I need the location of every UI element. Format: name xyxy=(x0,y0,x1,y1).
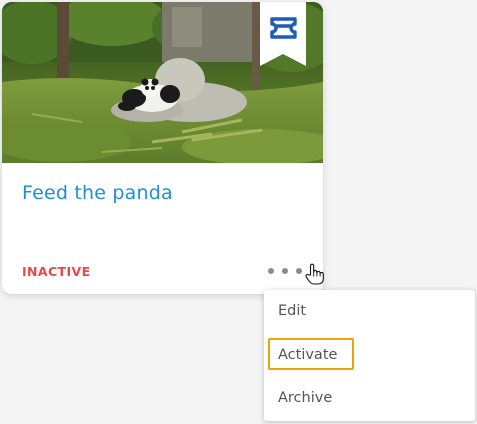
ticket-icon xyxy=(260,2,306,66)
more-horizontal-icon xyxy=(268,268,274,274)
menu-item-label: Activate xyxy=(278,347,338,363)
menu-item-edit[interactable]: Edit xyxy=(264,293,475,329)
ticket-badge xyxy=(260,2,306,66)
more-horizontal-icon xyxy=(296,268,302,274)
stage: Feed the panda INACTIVE Edit Activate Ar… xyxy=(0,0,477,424)
menu-item-archive[interactable]: Archive xyxy=(264,380,475,416)
menu-item-activate[interactable]: Activate xyxy=(264,337,475,373)
menu-item-label: Archive xyxy=(278,390,333,406)
card-title[interactable]: Feed the panda xyxy=(22,182,173,204)
status-badge: INACTIVE xyxy=(22,264,91,279)
activity-card[interactable]: Feed the panda INACTIVE xyxy=(2,2,323,294)
options-menu: Edit Activate Archive xyxy=(264,290,475,421)
menu-item-label: Edit xyxy=(278,303,307,319)
more-options-button[interactable] xyxy=(268,263,302,279)
more-horizontal-icon xyxy=(282,268,288,274)
